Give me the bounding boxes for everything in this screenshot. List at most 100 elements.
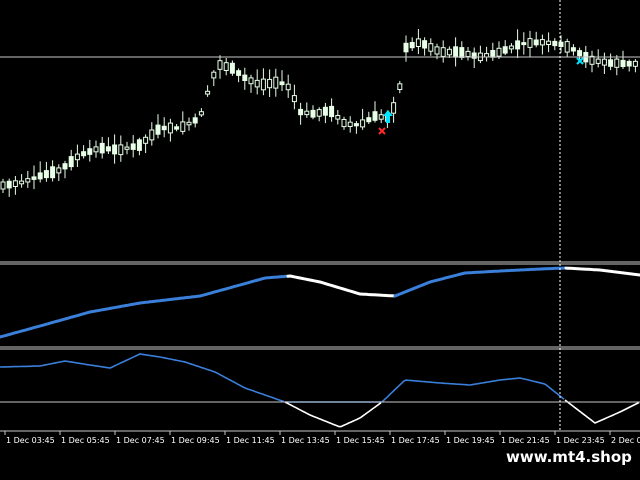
candle-body [174,126,180,130]
candle-body [434,46,440,55]
candle-body [180,121,186,132]
candle-body [316,109,322,117]
candle-body [614,58,620,68]
time-tick-label: 1 Dec 09:45 [171,436,220,445]
ma-indicator-pane [0,266,640,339]
candle-body [440,47,446,57]
candle-body [198,111,204,116]
candle-body [570,47,576,52]
candle-body [0,181,6,190]
candle-body [68,156,74,168]
candle-body [353,123,359,127]
candle-body [285,83,291,91]
time-tick-label: 1 Dec 13:45 [281,436,330,445]
candle-body [577,50,583,57]
time-tick-label: 1 Dec 03:45 [6,436,55,445]
candle-body [31,176,37,180]
candle-body [310,109,316,118]
candle-body [366,117,372,123]
candle-body [62,163,68,170]
candle-body [136,139,142,151]
candle-body [322,106,328,116]
candle-body [6,180,12,189]
candle-body [521,42,527,46]
candle-body [422,40,428,49]
time-tick-label: 1 Dec 11:45 [226,436,275,445]
candle-body [74,153,80,161]
candle-body [564,41,570,53]
candle-body [211,71,217,79]
chart-canvas: 1 Dec 03:45 1 Dec 05:45 1 Dec 07:45 1 Dec 0… [0,0,640,445]
candle-body [229,62,235,74]
candle-body [161,125,167,131]
candle-body [19,180,25,185]
candle-body [304,110,310,116]
candle-body [93,146,99,153]
candle-body [539,39,545,46]
oscillator-line-above [381,377,565,403]
candle-body [192,117,198,124]
time-tick-label: 1 Dec 05:45 [61,436,110,445]
candle-body [446,48,452,56]
candle-body [273,76,279,89]
candle-body [43,170,49,179]
candle-body [50,166,56,179]
candle-body [341,119,347,128]
candle-body [105,146,111,152]
candle-body [347,121,353,127]
candle-body [490,50,496,58]
candle-body [87,148,93,155]
time-tick-label: 1 Dec 07:45 [116,436,165,445]
candle-body [37,172,43,180]
oscillator-line-above [0,353,285,403]
candle-body [620,59,626,68]
candle-body [409,42,415,49]
candle-body [267,78,273,89]
candle-body [223,62,229,72]
watermark-text: www.mt4.shop [506,448,632,466]
candle-body [378,114,384,120]
ma-line-falling [564,266,640,277]
price-pane [0,29,638,197]
candle-body [236,70,242,76]
candle-body [335,115,341,120]
candle-body [360,119,366,128]
candle-body [118,144,124,156]
candle-body [248,77,254,85]
candle-body [124,146,130,150]
time-tick-label: 1 Dec 19:45 [446,436,495,445]
candle-body [546,40,552,46]
ma-line-falling [286,274,396,298]
candle-body [329,105,335,118]
oscillator-line-below [284,401,382,428]
candle-body [391,102,397,114]
candle-body [149,129,155,141]
candle-body [56,167,62,174]
candle-body [527,38,533,48]
candle-body [25,178,31,183]
candle-body [186,121,192,126]
ma-line-rising [0,274,290,339]
candle-body [12,180,18,188]
candle-body [552,40,558,47]
candle-body [632,60,638,67]
candle-body [81,151,87,157]
candle-body [260,78,266,91]
candle-body [130,143,136,150]
signal-x-icon [378,127,386,135]
candle-body [601,58,607,66]
candle-body [453,46,459,58]
time-tick-label: 1 Dec 17:45 [391,436,440,445]
candle-body [428,43,434,52]
ma-line-rising [393,266,567,298]
time-axis: 1 Dec 03:45 1 Dec 05:45 1 Dec 07:45 1 Dec 0… [4,431,640,445]
candle-body [143,136,149,144]
candle-body [595,58,601,64]
candle-body [484,53,490,58]
candle-body [155,124,161,135]
time-tick-label: 1 Dec 15:45 [336,436,385,445]
candle-body [533,39,539,46]
candle-body [626,60,632,67]
candle-body [298,108,304,116]
candle-body [112,144,118,155]
